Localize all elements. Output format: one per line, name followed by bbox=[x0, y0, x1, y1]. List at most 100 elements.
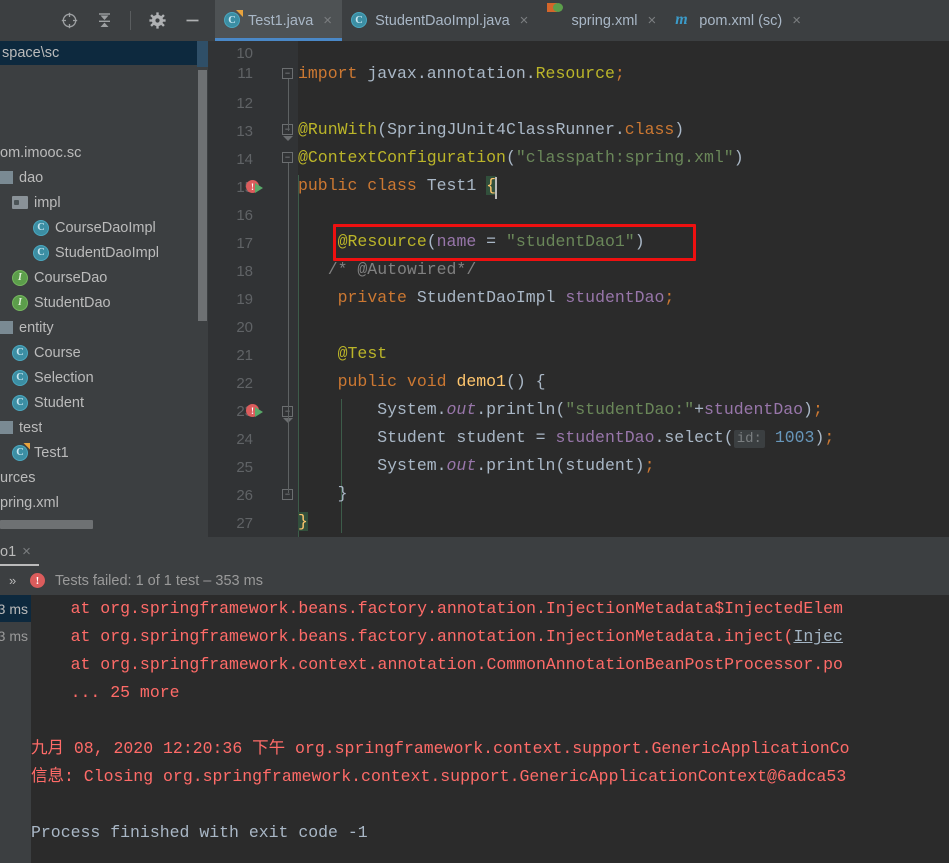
editor-tab-spring-xml[interactable]: spring.xml × bbox=[538, 0, 666, 41]
toolbar-divider bbox=[130, 11, 131, 30]
editor-tab-bar: C Test1.java × C StudentDaoImpl.java × s… bbox=[215, 0, 949, 41]
fold-collapse-icon[interactable]: − bbox=[282, 152, 293, 163]
test-results-tree[interactable]: 3 ms 3 ms bbox=[0, 595, 31, 863]
tree-item-dao[interactable]: dao bbox=[0, 165, 197, 190]
locate-target-icon[interactable] bbox=[60, 12, 78, 30]
code-line-17: @Resource(name = "studentDao1") bbox=[337, 232, 645, 251]
code-line-23: System.out.println("studentDao:"+student… bbox=[298, 400, 823, 419]
project-tree[interactable]: om.imooc.sc dao impl C CourseDaoImpl C S… bbox=[0, 65, 197, 515]
tree-item-selection[interactable]: C Selection bbox=[0, 365, 197, 390]
settings-gear-icon[interactable] bbox=[148, 12, 166, 30]
line-number: 12 bbox=[236, 95, 253, 112]
tree-item-package-root[interactable]: om.imooc.sc bbox=[0, 140, 197, 165]
class-icon: C bbox=[12, 394, 28, 411]
close-icon[interactable]: × bbox=[323, 12, 332, 29]
code-line-11: import javax.annotation.Resource; bbox=[298, 64, 625, 83]
run-test-gutter-marker[interactable]: ! bbox=[246, 399, 280, 425]
code-line-24: Student student = studentDao.select(id: … bbox=[298, 428, 835, 448]
project-path-label: space\sc bbox=[2, 45, 60, 61]
code-line-15: public class Test1 { bbox=[298, 176, 497, 195]
tree-item-studentdao[interactable]: I StudentDao bbox=[0, 290, 197, 315]
tree-item-label: StudentDao bbox=[34, 294, 111, 311]
minimize-icon[interactable] bbox=[183, 12, 201, 30]
console-line: at org.springframework.beans.factory.ann… bbox=[31, 627, 843, 646]
test-result-row[interactable]: 3 ms bbox=[0, 595, 31, 622]
class-icon: C bbox=[12, 369, 28, 386]
run-tab-demo1[interactable]: o1 × bbox=[0, 537, 39, 566]
tree-item-student[interactable]: C Student bbox=[0, 390, 197, 415]
tree-item-test[interactable]: test bbox=[0, 415, 197, 440]
tree-item-test1[interactable]: C Test1 bbox=[0, 440, 197, 465]
run-tool-window: o1 × » ! Tests failed: 1 of 1 test – 353… bbox=[0, 537, 949, 863]
scrollbar-thumb[interactable] bbox=[198, 70, 207, 321]
console-line: ... 25 more bbox=[31, 683, 180, 702]
tree-item-entity[interactable]: entity bbox=[0, 315, 197, 340]
close-icon[interactable]: × bbox=[648, 12, 657, 29]
test-failed-icon: ! bbox=[30, 573, 45, 588]
tree-item-label: CourseDaoImpl bbox=[55, 219, 156, 236]
package-icon bbox=[0, 321, 13, 334]
editor-gutter[interactable]: 10 11 12 13 14 15 16 17 18 19 20 21 22 2… bbox=[208, 41, 280, 537]
project-path-row[interactable]: space\sc bbox=[0, 41, 197, 65]
tree-item-label: Course bbox=[34, 344, 81, 361]
run-arrow-icon[interactable] bbox=[255, 407, 263, 417]
class-icon: C bbox=[33, 219, 49, 236]
package-icon bbox=[0, 171, 13, 184]
close-icon[interactable]: × bbox=[22, 543, 31, 560]
close-icon[interactable]: × bbox=[520, 12, 529, 29]
breakpoint-run-icon[interactable]: ! bbox=[246, 180, 263, 195]
tab-label: StudentDaoImpl.java bbox=[375, 12, 510, 29]
breakpoint-run-icon[interactable]: ! bbox=[246, 404, 263, 419]
fold-collapse-icon[interactable]: − bbox=[282, 68, 293, 79]
class-runnable-icon: C bbox=[224, 12, 241, 29]
code-line-25: System.out.println(student); bbox=[298, 456, 655, 475]
tree-item-label: Student bbox=[34, 394, 84, 411]
run-tab-bar: o1 × bbox=[0, 537, 949, 566]
code-line-27: } bbox=[298, 512, 308, 531]
scrollbar-track-top bbox=[197, 41, 208, 67]
fold-region-line bbox=[287, 417, 289, 493]
editor-tab-pom-xml[interactable]: m pom.xml (sc) × bbox=[666, 0, 811, 41]
project-vertical-scrollbar[interactable] bbox=[197, 41, 208, 537]
folder-icon bbox=[12, 196, 28, 209]
code-line-22: public void demo1() { bbox=[337, 372, 546, 391]
project-tool-window[interactable]: space\sc om.imooc.sc dao impl C CourseDa… bbox=[0, 41, 197, 537]
tree-item-coursedao[interactable]: I CourseDao bbox=[0, 265, 197, 290]
close-icon[interactable]: × bbox=[792, 12, 801, 29]
tree-item-label: StudentDaoImpl bbox=[55, 244, 159, 261]
tree-item-course[interactable]: C Course bbox=[0, 340, 197, 365]
console-link[interactable]: Injec bbox=[793, 627, 843, 646]
console-output[interactable]: at org.springframework.beans.factory.ann… bbox=[31, 595, 949, 863]
maven-icon: m bbox=[675, 11, 688, 28]
horizontal-scrollbar-thumb[interactable] bbox=[0, 520, 93, 529]
tool-window-buttons bbox=[0, 0, 215, 41]
editor-tab-test1[interactable]: C Test1.java × bbox=[215, 0, 343, 41]
tab-label: pom.xml (sc) bbox=[699, 12, 783, 29]
test-result-row[interactable]: 3 ms bbox=[0, 622, 31, 649]
tree-item-label: pring.xml bbox=[0, 494, 59, 511]
tree-item-studentdaoimpl[interactable]: C StudentDaoImpl bbox=[0, 240, 197, 265]
run-test-gutter-marker[interactable]: ! bbox=[246, 175, 280, 201]
collapse-all-icon[interactable] bbox=[95, 12, 113, 30]
fold-region-end-icon bbox=[283, 136, 293, 141]
top-toolbar: C Test1.java × C StudentDaoImpl.java × s… bbox=[0, 0, 949, 41]
expand-chevron-icon[interactable]: » bbox=[9, 573, 16, 588]
run-arrow-icon[interactable] bbox=[255, 183, 263, 193]
tree-item-label: dao bbox=[19, 169, 44, 186]
editor-fold-strip[interactable]: − − − − − bbox=[280, 41, 298, 537]
run-tab-label: o1 bbox=[0, 543, 17, 560]
line-number: 26 bbox=[236, 487, 253, 504]
line-number: 18 bbox=[236, 263, 253, 280]
tree-item-resources[interactable]: urces bbox=[0, 465, 197, 490]
editor-tab-studentdaoimpl[interactable]: C StudentDaoImpl.java × bbox=[342, 0, 538, 41]
class-icon: C bbox=[351, 12, 368, 29]
fold-region-line bbox=[287, 79, 289, 131]
tree-item-spring-xml[interactable]: pring.xml bbox=[0, 490, 197, 515]
code-text-area[interactable]: import javax.annotation.Resource; @RunWi… bbox=[298, 41, 949, 537]
line-number: 25 bbox=[236, 459, 253, 476]
tree-item-impl[interactable]: impl bbox=[0, 190, 197, 215]
tree-item-coursedaoimpl[interactable]: C CourseDaoImpl bbox=[0, 215, 197, 240]
tree-item-label: om.imooc.sc bbox=[0, 144, 82, 161]
code-editor[interactable]: 10 11 12 13 14 15 16 17 18 19 20 21 22 2… bbox=[208, 41, 949, 537]
